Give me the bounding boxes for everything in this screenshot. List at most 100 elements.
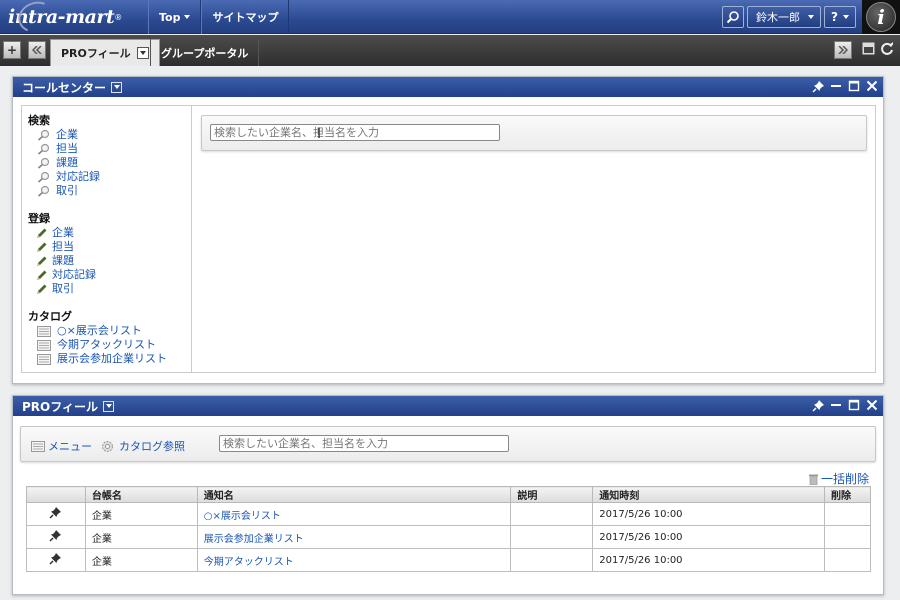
catalog-link-exhibition-list[interactable]: ○×展示会リスト <box>36 324 191 338</box>
register-link-issue[interactable]: 課題 <box>36 254 191 268</box>
global-search-button[interactable] <box>722 6 745 28</box>
minimize-button[interactable] <box>829 79 843 93</box>
nav-sitemap[interactable]: サイトマップ <box>201 0 290 34</box>
row-notification-link[interactable]: 今期アタックリスト <box>196 548 512 572</box>
list-icon <box>36 353 51 365</box>
row-ledger: 企業 <box>84 525 198 549</box>
tab-dropdown-button[interactable] <box>136 47 149 59</box>
pin-icon <box>49 553 62 565</box>
pin-icon <box>811 399 824 412</box>
pin-icon <box>811 80 824 93</box>
catalog-link-participant-list[interactable]: 展示会参加企業リスト <box>36 352 191 366</box>
column-header-description: 説明 <box>510 486 594 503</box>
catalog-menu: ○×展示会リスト 今期アタックリスト 展示会参加企業リスト <box>28 324 191 366</box>
close-button[interactable] <box>865 398 879 412</box>
close-icon <box>866 80 878 92</box>
nav-top[interactable]: Top <box>148 0 202 34</box>
pin-icon <box>49 530 62 542</box>
help-label: ? <box>831 10 838 24</box>
minimize-button[interactable] <box>829 398 843 412</box>
row-pin-cell[interactable] <box>26 502 86 526</box>
scroll-tabs-left-button[interactable] <box>28 41 46 59</box>
row-time: 2017/5/26 10:00 <box>592 502 826 526</box>
tab-group-portal-label: グループポータル <box>161 46 249 60</box>
double-chevron-right-icon <box>838 46 848 54</box>
help-menu-button[interactable]: ? <box>824 6 856 28</box>
maximize-button[interactable] <box>847 398 861 412</box>
row-pin-cell[interactable] <box>26 525 86 549</box>
portal-tab-bar: + PROフィール グループポータル <box>0 35 900 66</box>
row-time: 2017/5/26 10:00 <box>592 525 826 549</box>
search-link-deal[interactable]: 取引 <box>36 184 191 198</box>
profile-search-input[interactable] <box>219 435 509 452</box>
chevron-down-icon <box>113 85 120 89</box>
register-section-title: 登録 <box>28 212 50 225</box>
top-header: intra-mart ® Top サイトマップ 鈴木一郎 ? i <box>0 0 900 38</box>
maximize-button[interactable] <box>847 79 861 93</box>
catalog-reference-link[interactable]: カタログ参照 <box>101 438 185 454</box>
table-row: 企業 ○×展示会リスト 2017/5/26 10:00 <box>26 502 871 526</box>
profile-title: PROフィール <box>22 399 98 414</box>
search-link-contact[interactable]: 担当 <box>36 142 191 156</box>
portlet-menu-button[interactable] <box>103 400 114 412</box>
tab-group-portal[interactable]: グループポータル <box>150 39 260 66</box>
row-pin-cell[interactable] <box>26 548 86 572</box>
register-link-record[interactable]: 対応記録 <box>36 268 191 282</box>
refresh-button[interactable] <box>880 42 894 56</box>
profile-header: PROフィール <box>13 396 883 416</box>
close-button[interactable] <box>865 79 879 93</box>
scroll-tabs-right-button[interactable] <box>834 41 852 59</box>
tab-profile[interactable]: PROフィール <box>50 39 160 66</box>
call-center-menu: 検索 企業 担当 課題 対応記録 取引 登録 企業 担当 課題 対応記録 取引 … <box>22 106 192 372</box>
row-delete-cell[interactable] <box>824 525 871 549</box>
catalog-link-attack-list[interactable]: 今期アタックリスト <box>36 338 191 352</box>
register-link-deal[interactable]: 取引 <box>36 282 191 296</box>
brand-logo[interactable]: i <box>862 0 900 34</box>
close-icon <box>866 399 878 411</box>
pin-button[interactable] <box>811 79 825 93</box>
chevron-down-icon <box>105 404 112 408</box>
portlet-tools <box>811 398 879 412</box>
register-link-contact[interactable]: 担当 <box>36 240 191 254</box>
layout-button[interactable] <box>862 42 875 55</box>
window-layout-icon <box>862 42 875 55</box>
top-nav: Top サイトマップ <box>148 0 290 34</box>
pencil-icon <box>37 270 47 280</box>
bulk-delete-link[interactable]: 一括削除 <box>808 470 869 487</box>
tab-profile-label: PROフィール <box>61 47 131 60</box>
row-time: 2017/5/26 10:00 <box>592 548 826 572</box>
magnifier-icon <box>37 157 49 169</box>
text-cursor-icon: I <box>317 126 322 142</box>
portlet-menu-button[interactable] <box>111 81 123 93</box>
search-link-record[interactable]: 対応記録 <box>36 170 191 184</box>
search-link-company[interactable]: 企業 <box>36 128 191 142</box>
row-delete-cell[interactable] <box>824 502 871 526</box>
row-notification-link[interactable]: 展示会参加企業リスト <box>196 525 512 549</box>
chevron-down-icon <box>843 15 849 19</box>
column-header-name: 通知名 <box>196 486 512 503</box>
user-menu-button[interactable]: 鈴木一郎 <box>747 6 822 28</box>
notification-table: 台帳名 通知名 説明 通知時刻 削除 企業 ○×展示会リスト 2017/5/26… <box>26 486 871 572</box>
column-header-ledger: 台帳名 <box>84 486 198 503</box>
bulk-delete-label: 一括削除 <box>820 472 869 486</box>
brand-i-icon: i <box>866 2 896 32</box>
row-ledger: 企業 <box>84 502 198 526</box>
pin-button[interactable] <box>811 398 825 412</box>
menu-link[interactable]: メニュー <box>31 438 92 454</box>
minimize-icon <box>831 404 841 406</box>
add-tab-button[interactable]: + <box>3 41 21 59</box>
intra-mart-logo[interactable]: intra-mart ® <box>8 0 148 38</box>
nav-sitemap-label: サイトマップ <box>212 11 279 24</box>
row-notification-link[interactable]: ○×展示会リスト <box>196 502 512 526</box>
list-icon <box>31 440 45 452</box>
search-icon <box>726 11 739 24</box>
row-delete-cell[interactable] <box>824 548 871 572</box>
row-description <box>510 525 594 549</box>
search-link-issue[interactable]: 課題 <box>36 156 191 170</box>
maximize-icon <box>848 399 860 411</box>
call-center-search-input[interactable] <box>210 124 500 141</box>
row-description <box>510 502 594 526</box>
menu-link-label: メニュー <box>48 440 92 453</box>
row-description <box>510 548 594 572</box>
register-link-company[interactable]: 企業 <box>36 226 191 240</box>
